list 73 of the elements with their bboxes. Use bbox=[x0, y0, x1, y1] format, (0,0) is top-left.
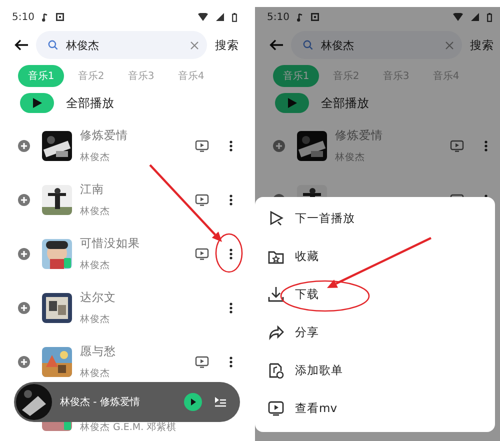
clear-icon[interactable] bbox=[445, 40, 454, 50]
playlist-icon[interactable] bbox=[214, 396, 226, 408]
clear-icon[interactable] bbox=[190, 40, 199, 50]
song-artist: 林俊杰 bbox=[80, 367, 111, 380]
search-icon bbox=[48, 40, 58, 50]
mini-player[interactable]: 林俊杰 - 修炼爱情 bbox=[14, 382, 240, 422]
add-icon[interactable] bbox=[18, 248, 30, 260]
video-icon[interactable] bbox=[450, 140, 464, 152]
download-icon bbox=[267, 285, 285, 303]
add-icon[interactable] bbox=[273, 140, 285, 152]
music-note-icon bbox=[42, 12, 48, 22]
more-icon[interactable] bbox=[229, 140, 233, 152]
search-button[interactable]: 搜索 bbox=[215, 38, 239, 52]
song-artist: 林俊杰 bbox=[80, 205, 111, 218]
play-all-label[interactable]: 全部播放 bbox=[321, 94, 369, 112]
video-icon[interactable] bbox=[195, 356, 209, 368]
video-icon bbox=[267, 399, 285, 417]
song-title: 修炼爱情 bbox=[80, 128, 129, 143]
play-all-label[interactable]: 全部播放 bbox=[66, 94, 114, 112]
menu-item[interactable]: 分享 bbox=[295, 324, 319, 340]
menu-item[interactable]: 收藏 bbox=[295, 248, 319, 264]
search-field[interactable]: 林俊杰 bbox=[291, 31, 462, 59]
now-playing-text: 林俊杰 - 修炼爱情 bbox=[60, 396, 141, 409]
share-icon bbox=[267, 323, 285, 341]
song-title: 达尔文 bbox=[80, 290, 117, 305]
song-artist: 林俊杰 bbox=[335, 151, 366, 164]
wifi-icon bbox=[453, 13, 463, 21]
search-icon bbox=[303, 40, 313, 50]
video-icon[interactable] bbox=[195, 248, 209, 260]
more-icon[interactable] bbox=[484, 140, 488, 152]
notification-icon bbox=[56, 13, 64, 21]
signal-icon bbox=[471, 13, 479, 21]
song-title: 可惜没如果 bbox=[80, 236, 141, 251]
add-icon[interactable] bbox=[18, 356, 30, 368]
play-icon bbox=[32, 98, 42, 108]
song-title: 江南 bbox=[80, 182, 105, 197]
battery-icon bbox=[487, 12, 492, 22]
search-button[interactable]: 搜索 bbox=[470, 38, 494, 52]
play-all-button[interactable] bbox=[275, 93, 309, 113]
video-icon[interactable] bbox=[195, 194, 209, 206]
more-icon[interactable] bbox=[229, 248, 233, 260]
song-artist: 林俊杰 bbox=[80, 259, 111, 272]
search-field[interactable]: 林俊杰 bbox=[36, 31, 207, 59]
more-icon[interactable] bbox=[229, 302, 233, 314]
song-artist: 林俊杰 bbox=[80, 313, 111, 326]
play-all-button[interactable] bbox=[20, 93, 54, 113]
status-time: 5:10 bbox=[267, 12, 290, 22]
add-icon[interactable] bbox=[18, 140, 30, 152]
more-icon[interactable] bbox=[229, 356, 233, 368]
status-time: 5:10 bbox=[12, 12, 34, 22]
menu-item[interactable]: 添加歌单 bbox=[295, 362, 343, 378]
video-icon[interactable] bbox=[195, 140, 209, 152]
notification-icon bbox=[311, 13, 320, 21]
play-icon[interactable] bbox=[184, 393, 202, 411]
song-title: 修炼爱情 bbox=[335, 128, 384, 143]
song-artist: 林俊杰 G.E.M. 邓紫棋 bbox=[80, 420, 178, 434]
add-playlist-icon bbox=[267, 361, 285, 379]
menu-item[interactable]: 下载 bbox=[295, 286, 319, 302]
signal-icon bbox=[216, 13, 224, 21]
add-icon[interactable] bbox=[18, 302, 30, 314]
song-artist: 林俊杰 bbox=[80, 151, 111, 164]
battery-icon bbox=[232, 12, 237, 22]
add-icon[interactable] bbox=[18, 194, 30, 206]
music-note-icon bbox=[297, 12, 304, 22]
back-arrow-icon[interactable] bbox=[269, 39, 283, 51]
more-icon[interactable] bbox=[229, 194, 233, 206]
song-title: 愿与愁 bbox=[80, 344, 117, 359]
menu-item[interactable]: 查看mv bbox=[295, 400, 338, 416]
wifi-icon bbox=[198, 13, 208, 21]
back-arrow-icon[interactable] bbox=[14, 39, 28, 51]
menu-item[interactable]: 下一首播放 bbox=[295, 210, 355, 226]
annotation-ellipse bbox=[215, 233, 243, 273]
play-icon bbox=[288, 98, 296, 108]
